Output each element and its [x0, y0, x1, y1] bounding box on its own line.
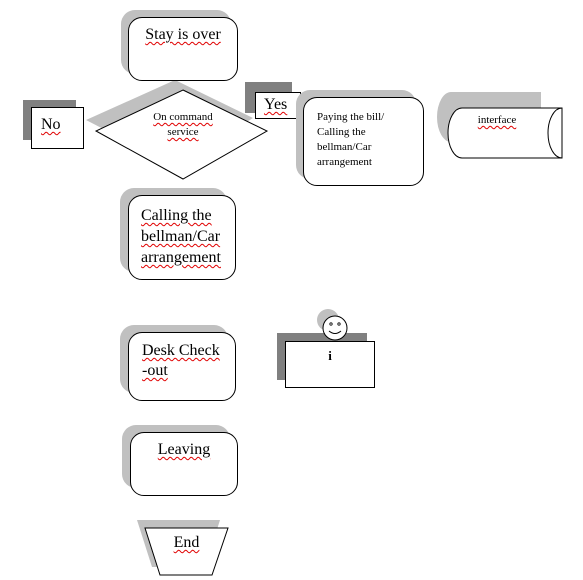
interface-label: interface — [462, 114, 532, 126]
desk-text: Desk Check -out — [142, 342, 220, 379]
calling-node: Calling the bellman/Car arrangement — [128, 195, 236, 280]
no-text: No — [41, 116, 61, 133]
actor-text: i — [328, 348, 332, 363]
flowchart-canvas: Stay is over On command service No Yes P… — [0, 0, 583, 580]
yes-text: Yes — [264, 96, 288, 113]
decision-label: On command service — [140, 110, 226, 140]
actor-shadow — [317, 309, 339, 331]
yes-label-box: Yes — [255, 92, 301, 119]
paying-text: Paying the bill/ Calling the bellman/Car… — [317, 111, 385, 168]
end-text: End — [173, 534, 200, 551]
stay-label: Stay is over — [145, 26, 221, 43]
desk-checkout-node: Desk Check -out — [128, 332, 236, 401]
leaving-text: Leaving — [157, 441, 211, 458]
interface-text: interface — [477, 114, 517, 126]
actor-box: i — [285, 341, 375, 388]
leaving-node: Leaving — [130, 432, 238, 496]
decision-text: On command service — [153, 111, 213, 138]
stay-is-over-node: Stay is over — [128, 17, 238, 81]
no-label-box: No — [31, 107, 84, 149]
paying-node: Paying the bill/ Calling the bellman/Car… — [303, 97, 424, 186]
calling-text: Calling the bellman/Car arrangement — [141, 207, 221, 266]
end-label: End — [145, 534, 228, 552]
